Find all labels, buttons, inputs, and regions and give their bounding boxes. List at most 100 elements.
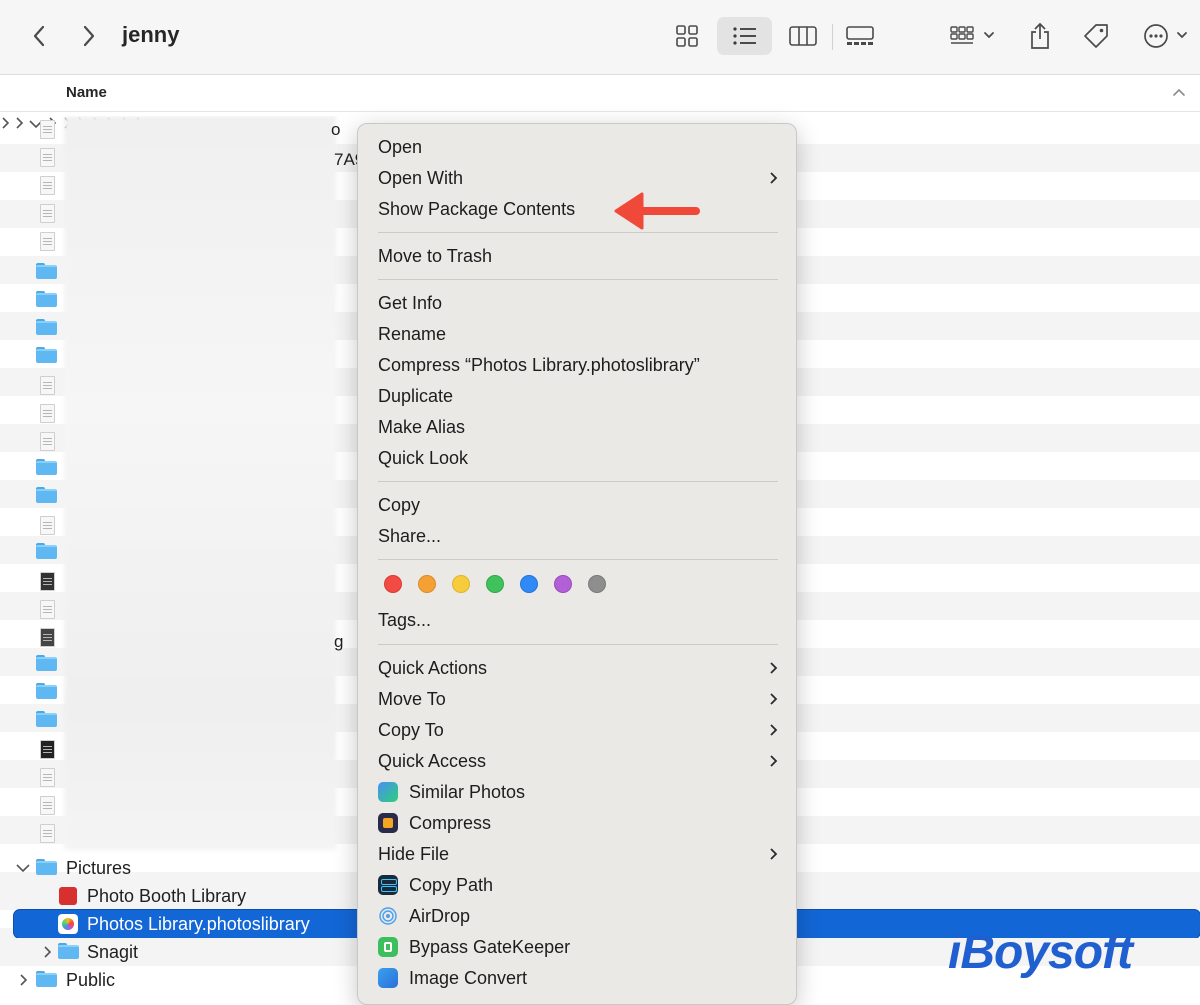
tag-button[interactable] bbox=[1078, 17, 1114, 55]
toolbar: jenny bbox=[0, 0, 1200, 75]
menu-label: Compress bbox=[409, 813, 492, 833]
list-view-button[interactable] bbox=[717, 17, 772, 55]
tag-gray-dot[interactable] bbox=[588, 575, 606, 593]
menu-label: Share... bbox=[378, 526, 442, 546]
menu-item-open-with[interactable]: Open With bbox=[378, 164, 778, 192]
photo-booth-icon bbox=[59, 887, 77, 905]
blurred-file-names bbox=[64, 116, 336, 850]
menu-item-similar-photos[interactable]: Similar Photos bbox=[378, 778, 778, 806]
group-button[interactable] bbox=[944, 17, 1000, 55]
menu-item-hide-file[interactable]: Hide File bbox=[378, 840, 778, 868]
menu-item-quick-look[interactable]: Quick Look bbox=[378, 444, 778, 472]
tag-red-dot[interactable] bbox=[384, 575, 402, 593]
menu-item-make-alias[interactable]: Make Alias bbox=[378, 413, 778, 441]
menu-item-compress-file[interactable]: Compress “Photos Library.photoslibrary” bbox=[378, 351, 778, 379]
share-icon bbox=[1031, 22, 1049, 49]
name-column-header[interactable]: Name bbox=[66, 84, 107, 101]
icon-view-button[interactable] bbox=[668, 17, 706, 55]
menu-item-airdrop[interactable]: AirDrop bbox=[378, 902, 778, 930]
disclosure-collapsed-icon[interactable] bbox=[14, 117, 24, 129]
menu-item-copy[interactable]: Copy bbox=[378, 491, 778, 519]
folder-icon bbox=[36, 459, 57, 475]
item-label: Public bbox=[66, 970, 116, 988]
airdrop-icon bbox=[379, 907, 397, 925]
chevron-right-icon bbox=[770, 172, 778, 184]
sort-ascending-icon[interactable] bbox=[1172, 86, 1186, 98]
watermark-logo: iBoysoft bbox=[948, 926, 1133, 979]
menu-label: Open With bbox=[378, 168, 464, 188]
menu-item-tags[interactable]: Tags... bbox=[378, 606, 778, 634]
menu-item-move-to-trash[interactable]: Move to Trash bbox=[378, 242, 778, 270]
disclosure-collapsed-icon[interactable] bbox=[42, 946, 52, 958]
tag-green-dot[interactable] bbox=[486, 575, 504, 593]
tag-blue-dot[interactable] bbox=[520, 575, 538, 593]
menu-label: Make Alias bbox=[378, 417, 466, 437]
more-actions-button[interactable] bbox=[1138, 17, 1194, 55]
more-icon bbox=[1144, 24, 1187, 48]
chevron-right-icon bbox=[770, 693, 778, 705]
file-icon bbox=[40, 232, 55, 251]
forward-icon bbox=[83, 25, 95, 47]
menu-item-share[interactable]: Share... bbox=[378, 522, 778, 550]
file-icon bbox=[40, 824, 55, 843]
menu-item-copy-to[interactable]: Copy To bbox=[378, 716, 778, 744]
column-view-button[interactable] bbox=[784, 17, 822, 55]
disclosure-collapsed-icon[interactable] bbox=[18, 974, 28, 986]
menu-separator bbox=[378, 559, 778, 560]
menu-item-bypass-gatekeeper[interactable]: Bypass GateKeeper bbox=[378, 933, 778, 961]
app-file-icon bbox=[40, 740, 55, 759]
menu-separator bbox=[378, 644, 778, 645]
menu-item-show-package-contents[interactable]: Show Package Contents bbox=[378, 195, 778, 223]
tag-orange-dot[interactable] bbox=[418, 575, 436, 593]
item-label: Photos Library.photoslibrary bbox=[87, 914, 310, 934]
menu-label: Similar Photos bbox=[409, 782, 526, 802]
folder-icon bbox=[36, 319, 57, 335]
context-menu: Open Open With Show Package Contents Mov… bbox=[357, 123, 797, 1005]
tag-purple-dot[interactable] bbox=[554, 575, 572, 593]
folder-icon bbox=[36, 543, 57, 559]
folder-icon bbox=[36, 263, 57, 279]
file-icon bbox=[40, 600, 55, 619]
menu-item-compress-app[interactable]: Compress bbox=[378, 809, 778, 837]
menu-label: Duplicate bbox=[378, 386, 454, 406]
tag-yellow-dot[interactable] bbox=[452, 575, 470, 593]
chevron-right-icon bbox=[770, 662, 778, 674]
item-label: Snagit bbox=[87, 942, 139, 962]
menu-label: Quick Look bbox=[378, 448, 469, 468]
menu-item-get-info[interactable]: Get Info bbox=[378, 289, 778, 317]
menu-item-quick-actions[interactable]: Quick Actions bbox=[378, 654, 778, 682]
folder-icon bbox=[36, 291, 57, 307]
share-button[interactable] bbox=[1024, 17, 1056, 55]
window-title: jenny bbox=[122, 22, 180, 47]
menu-label: Compress “Photos Library.photoslibrary” bbox=[378, 355, 700, 375]
icon-view-icon bbox=[676, 25, 698, 47]
photos-library-icon bbox=[58, 914, 78, 934]
forward-button[interactable] bbox=[74, 17, 104, 55]
menu-label: Show Package Contents bbox=[378, 199, 576, 219]
compress-app-icon bbox=[378, 813, 398, 833]
file-icon bbox=[40, 176, 55, 195]
folder-icon bbox=[36, 347, 57, 363]
file-icon bbox=[40, 148, 55, 167]
menu-label: Move to Trash bbox=[378, 246, 493, 266]
toolbar-divider bbox=[832, 24, 833, 50]
menu-label: Quick Actions bbox=[378, 658, 488, 678]
menu-item-rename[interactable]: Rename bbox=[378, 320, 778, 348]
menu-item-open[interactable]: Open bbox=[378, 133, 778, 161]
column-header: Name bbox=[0, 75, 1200, 112]
menu-item-quick-access[interactable]: Quick Access bbox=[378, 747, 778, 775]
image-convert-icon bbox=[378, 968, 398, 988]
menu-label: Bypass GateKeeper bbox=[409, 937, 571, 957]
menu-item-move-to[interactable]: Move To bbox=[378, 685, 778, 713]
folder-icon bbox=[36, 971, 57, 987]
menu-separator bbox=[378, 481, 778, 482]
menu-item-duplicate[interactable]: Duplicate bbox=[378, 382, 778, 410]
menu-item-copy-path[interactable]: Copy Path bbox=[378, 871, 778, 899]
item-label: Pictures bbox=[66, 858, 132, 878]
gallery-view-button[interactable] bbox=[841, 17, 879, 55]
terminal-file-icon bbox=[40, 572, 55, 591]
back-button[interactable] bbox=[24, 17, 54, 55]
disclosure-expanded-icon[interactable] bbox=[16, 863, 30, 873]
menu-label: Copy bbox=[378, 495, 421, 515]
disclosure-collapsed-icon[interactable] bbox=[0, 117, 10, 129]
